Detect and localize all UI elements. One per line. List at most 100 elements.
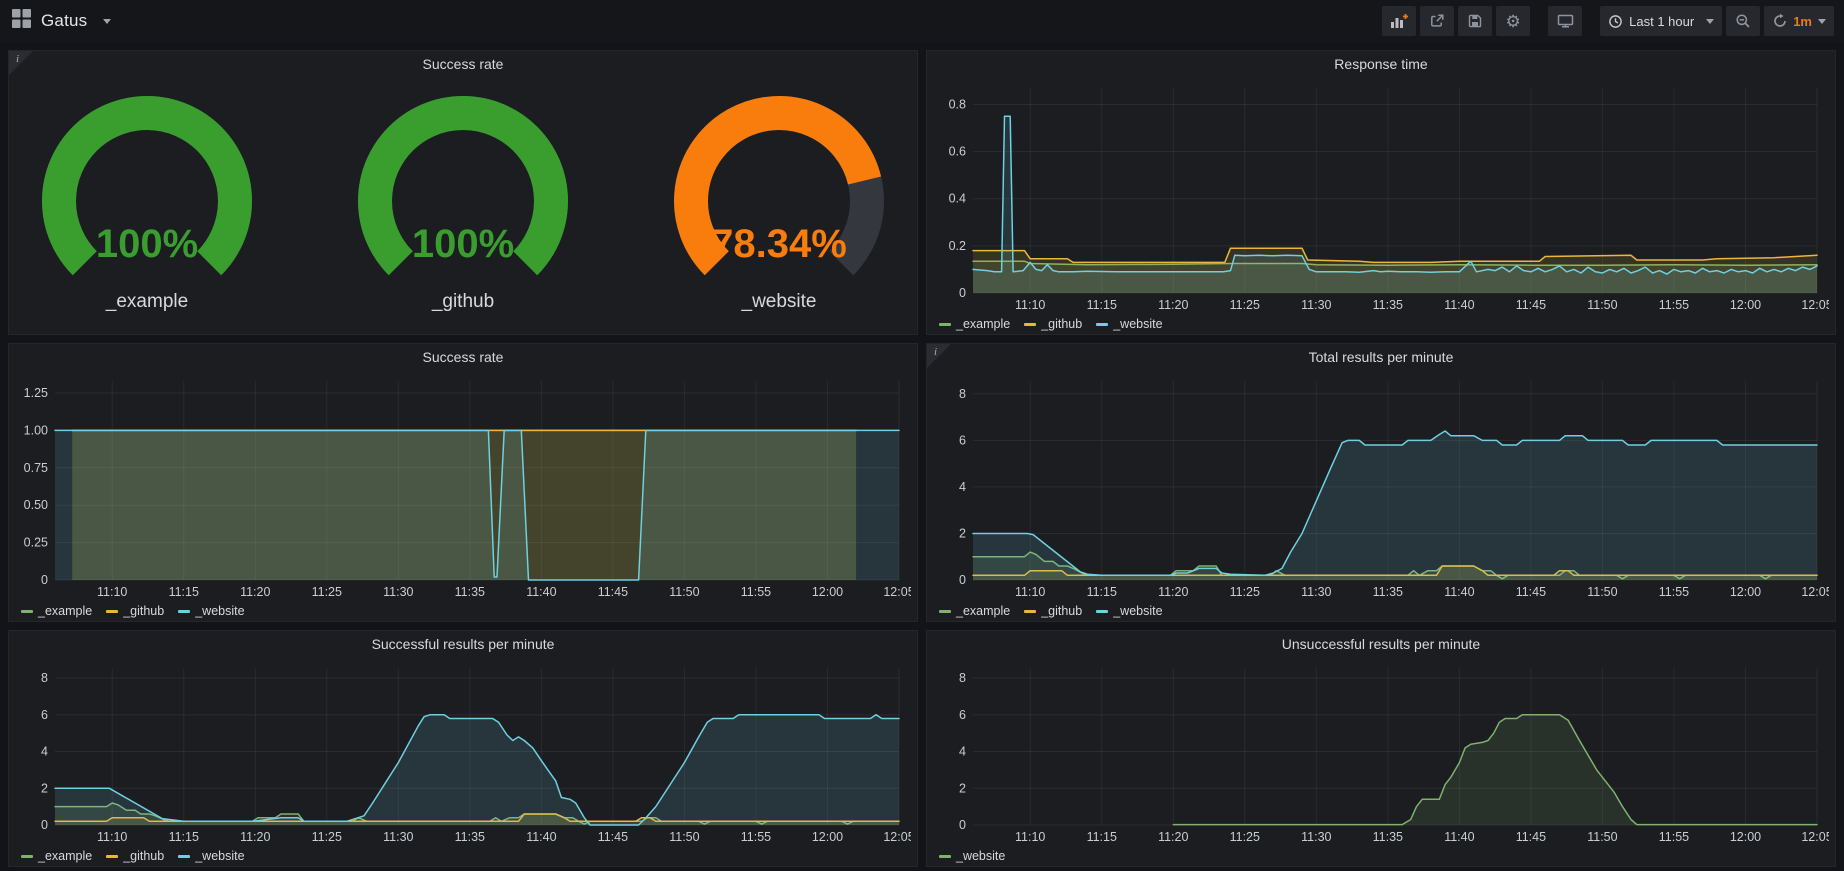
svg-text:11:30: 11:30 bbox=[383, 830, 413, 844]
save-button[interactable] bbox=[1458, 6, 1492, 36]
chart-legend: _example _github _website bbox=[927, 314, 1835, 334]
svg-text:11:55: 11:55 bbox=[1659, 298, 1689, 312]
gear-icon: ⚙ bbox=[1506, 13, 1521, 30]
svg-text:6: 6 bbox=[959, 433, 966, 447]
legend-label: _example bbox=[38, 604, 92, 618]
panel-title[interactable]: Success rate bbox=[9, 344, 917, 370]
dashboard-caret-icon[interactable] bbox=[103, 19, 111, 28]
legend-item-_example[interactable]: _example bbox=[939, 317, 1010, 331]
chart-legend: _example _github _website bbox=[9, 601, 917, 621]
gauge-_github: 100%_github bbox=[331, 93, 595, 313]
share-button[interactable] bbox=[1420, 6, 1454, 36]
tv-mode-button[interactable] bbox=[1548, 6, 1582, 36]
svg-text:12:00: 12:00 bbox=[812, 585, 843, 599]
legend-item-_website[interactable]: _website bbox=[1096, 317, 1162, 331]
svg-text:12:05: 12:05 bbox=[1801, 830, 1829, 844]
zoom-out-button[interactable] bbox=[1726, 6, 1760, 36]
svg-text:11:50: 11:50 bbox=[1587, 585, 1617, 599]
panel-title[interactable]: Total results per minute bbox=[927, 344, 1835, 370]
svg-text:11:15: 11:15 bbox=[1087, 585, 1117, 599]
svg-text:12:05: 12:05 bbox=[1801, 585, 1829, 599]
svg-text:11:50: 11:50 bbox=[1587, 830, 1617, 844]
svg-text:11:10: 11:10 bbox=[97, 830, 127, 844]
svg-text:11:50: 11:50 bbox=[669, 830, 699, 844]
legend-item-_website[interactable]: _website bbox=[939, 849, 1005, 863]
panel-response-time: Response time 00.20.40.60.811:1011:1511:… bbox=[926, 50, 1836, 335]
response-time-chart[interactable]: 00.20.40.60.811:1011:1511:2011:2511:3011… bbox=[931, 79, 1829, 314]
legend-swatch bbox=[1096, 323, 1108, 326]
success-rate-chart[interactable]: 00.250.500.751.001.2511:1011:1511:2011:2… bbox=[13, 372, 911, 601]
svg-text:11:55: 11:55 bbox=[1659, 830, 1689, 844]
legend-swatch bbox=[106, 855, 118, 858]
dashboard-title[interactable]: Gatus bbox=[41, 11, 87, 31]
panel-title[interactable]: Response time bbox=[927, 51, 1835, 77]
svg-text:0.25: 0.25 bbox=[24, 536, 48, 550]
svg-text:2: 2 bbox=[959, 526, 966, 540]
gauge-group: 100%_example100%_github78.34%_website bbox=[9, 77, 917, 334]
refresh-interval-label: 1m bbox=[1793, 14, 1812, 29]
panel-info-corner[interactable] bbox=[9, 51, 33, 75]
svg-text:11:55: 11:55 bbox=[1659, 585, 1689, 599]
legend-item-_website[interactable]: _website bbox=[178, 849, 244, 863]
gauge-label: _github bbox=[432, 291, 494, 313]
svg-text:11:35: 11:35 bbox=[1373, 830, 1403, 844]
info-icon: i bbox=[16, 53, 19, 65]
panel-title[interactable]: Unsuccessful results per minute bbox=[927, 631, 1835, 657]
refresh-caret-icon bbox=[1818, 19, 1826, 28]
legend-label: _example bbox=[38, 849, 92, 863]
add-panel-button[interactable] bbox=[1382, 6, 1416, 36]
svg-text:6: 6 bbox=[959, 708, 966, 722]
svg-text:0.2: 0.2 bbox=[949, 239, 966, 253]
time-range-picker[interactable]: Last 1 hour bbox=[1600, 6, 1722, 36]
svg-text:11:35: 11:35 bbox=[455, 830, 485, 844]
legend-swatch bbox=[939, 610, 951, 613]
svg-text:11:45: 11:45 bbox=[1516, 830, 1546, 844]
panel-success-rate-gauges: i Success rate 100%_example100%_github78… bbox=[8, 50, 918, 335]
legend-item-_github[interactable]: _github bbox=[106, 849, 164, 863]
svg-text:11:30: 11:30 bbox=[1301, 298, 1331, 312]
panel-info-corner[interactable] bbox=[927, 344, 951, 368]
panel-title[interactable]: Success rate bbox=[9, 51, 917, 77]
legend-swatch bbox=[178, 855, 190, 858]
svg-text:11:10: 11:10 bbox=[97, 585, 127, 599]
legend-item-_website[interactable]: _website bbox=[178, 604, 244, 618]
svg-text:11:35: 11:35 bbox=[455, 585, 485, 599]
svg-text:11:40: 11:40 bbox=[526, 585, 556, 599]
total-results-chart[interactable]: 0246811:1011:1511:2011:2511:3011:3511:40… bbox=[931, 372, 1829, 601]
svg-text:11:10: 11:10 bbox=[1015, 298, 1045, 312]
svg-text:2: 2 bbox=[959, 781, 966, 795]
legend-item-_example[interactable]: _example bbox=[939, 604, 1010, 618]
svg-text:11:40: 11:40 bbox=[1444, 298, 1474, 312]
panel-title[interactable]: Successful results per minute bbox=[9, 631, 917, 657]
legend-item-_github[interactable]: _github bbox=[1024, 317, 1082, 331]
dashboard-grid-icon[interactable] bbox=[12, 9, 31, 33]
svg-text:11:30: 11:30 bbox=[383, 585, 413, 599]
svg-text:11:15: 11:15 bbox=[169, 585, 199, 599]
legend-item-_github[interactable]: _github bbox=[106, 604, 164, 618]
svg-text:0: 0 bbox=[41, 573, 48, 587]
svg-text:11:10: 11:10 bbox=[1015, 830, 1045, 844]
time-range-label: Last 1 hour bbox=[1629, 14, 1694, 29]
legend-swatch bbox=[21, 610, 33, 613]
svg-text:0.8: 0.8 bbox=[949, 97, 966, 111]
refresh-picker[interactable]: 1m bbox=[1764, 6, 1834, 36]
svg-text:11:50: 11:50 bbox=[669, 585, 699, 599]
legend-swatch bbox=[178, 610, 190, 613]
svg-text:6: 6 bbox=[41, 708, 48, 722]
legend-item-_example[interactable]: _example bbox=[21, 849, 92, 863]
successful-results-chart[interactable]: 0246811:1011:1511:2011:2511:3011:3511:40… bbox=[13, 659, 911, 846]
svg-text:8: 8 bbox=[41, 671, 48, 685]
legend-item-_example[interactable]: _example bbox=[21, 604, 92, 618]
svg-text:1.00: 1.00 bbox=[24, 423, 48, 437]
legend-item-_github[interactable]: _github bbox=[1024, 604, 1082, 618]
legend-label: _github bbox=[1041, 604, 1082, 618]
legend-swatch bbox=[21, 855, 33, 858]
svg-text:0.6: 0.6 bbox=[949, 145, 966, 159]
settings-button[interactable]: ⚙ bbox=[1496, 6, 1530, 36]
svg-text:11:20: 11:20 bbox=[1158, 298, 1188, 312]
legend-swatch bbox=[1096, 610, 1108, 613]
unsuccessful-results-chart[interactable]: 0246811:1011:1511:2011:2511:3011:3511:40… bbox=[931, 659, 1829, 846]
legend-swatch bbox=[106, 610, 118, 613]
legend-item-_website[interactable]: _website bbox=[1096, 604, 1162, 618]
svg-text:2: 2 bbox=[41, 781, 48, 795]
